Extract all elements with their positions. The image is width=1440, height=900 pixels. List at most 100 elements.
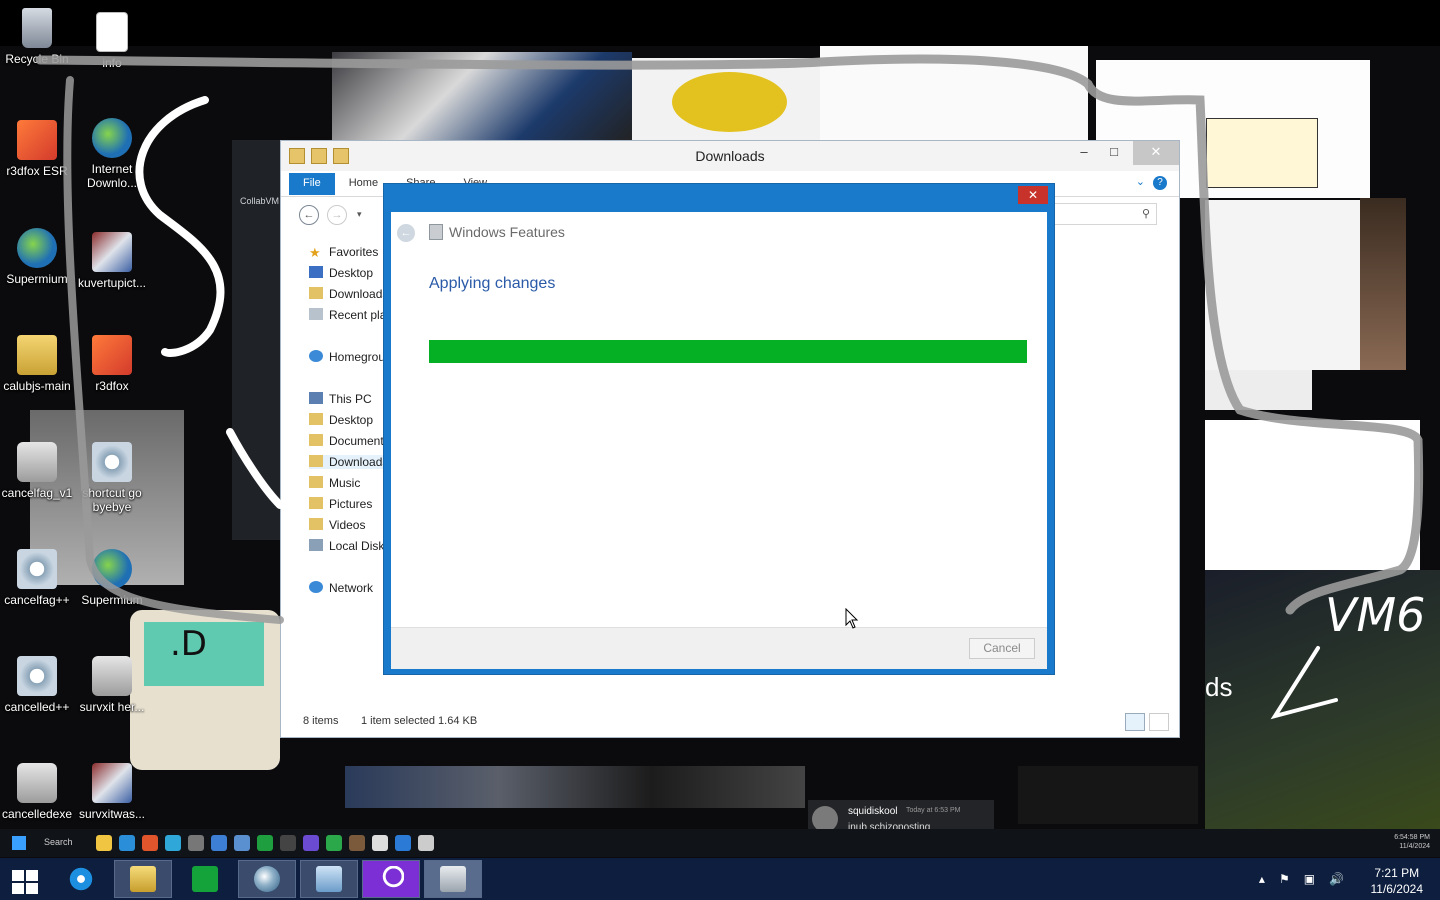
minecraft-icon[interactable] [349, 835, 365, 851]
app-icon[interactable] [395, 835, 411, 851]
guest-start-icon[interactable] [12, 836, 26, 850]
cancel-button[interactable]: Cancel [969, 638, 1035, 659]
discord-icon[interactable] [303, 835, 319, 851]
action-center-flag-icon[interactable]: ⚑ [1279, 872, 1290, 886]
application-icon [92, 656, 132, 696]
taskbar-supermium[interactable] [238, 860, 296, 898]
guest-pinned-apps [96, 835, 434, 851]
internet-explorer-icon [68, 866, 94, 892]
nav-this-pc[interactable]: This PC [309, 392, 384, 406]
expand-ribbon-chevron-icon[interactable]: ⌄ [1136, 175, 1145, 188]
close-button[interactable]: ✕ [1133, 141, 1179, 165]
details-view-button[interactable] [1125, 713, 1145, 731]
supermium-icon [92, 549, 132, 589]
settings-shortcut-icon [17, 549, 57, 589]
desktop-icon-label: Internet Downlo... [86, 162, 138, 190]
nav-label: Pictures [329, 497, 373, 511]
back-arrow-icon[interactable]: ← [397, 224, 415, 242]
nav-pc-downloads[interactable]: Downloads [309, 455, 384, 469]
app-icon[interactable] [257, 835, 273, 851]
nav-local-disk[interactable]: Local Disk [309, 539, 384, 553]
supermium-desktop-icon-2[interactable]: Supermium [72, 549, 152, 607]
kuvertupict-desktop-icon[interactable]: kuvertupict... [72, 232, 152, 290]
pictures-folder-icon [309, 497, 323, 509]
calubjs-main-desktop-icon[interactable]: calubjs-main [0, 335, 77, 393]
minimize-button[interactable]: – [1069, 141, 1099, 165]
survxit-her-desktop-icon[interactable]: survxit her... [72, 656, 152, 714]
taskbar-remote-desktop[interactable] [300, 860, 358, 898]
nav-downloads[interactable]: Downloads [309, 287, 384, 301]
nav-videos[interactable]: Videos [309, 518, 384, 532]
app-icon[interactable] [418, 835, 434, 851]
recycle-bin-desktop-icon[interactable]: Recycle Bin [0, 8, 77, 66]
r3dfox-esr-desktop-icon[interactable]: r3dfox ESR [0, 120, 77, 178]
app-icon[interactable] [372, 835, 388, 851]
shortcut-go-byebye-desktop-icon[interactable]: shortcut go byebye [72, 442, 152, 514]
recycle-bin-icon [22, 8, 52, 48]
taskbar-windows-features[interactable] [424, 860, 482, 898]
supermium-desktop-icon[interactable]: Supermium [0, 228, 77, 286]
edge-icon[interactable] [119, 835, 135, 851]
tab-file[interactable]: File [289, 173, 335, 195]
mouse-cursor-icon [845, 608, 859, 629]
cancelfag-v1-desktop-icon[interactable]: cancelfag_v1 [0, 442, 77, 500]
explorer-titlebar[interactable]: Downloads – □ ✕ [281, 141, 1179, 171]
nav-homegroup[interactable]: Homegroup [309, 350, 384, 364]
downloads-folder-icon [309, 455, 323, 467]
wallpaper-doodle-image [1205, 420, 1420, 570]
vm6-handwriting: VM6 [1325, 588, 1426, 642]
nav-music[interactable]: Music [309, 476, 384, 490]
taskbar-internet-explorer[interactable] [52, 860, 110, 898]
cancelfag-plus-desktop-icon[interactable]: cancelfag++ [0, 549, 77, 607]
nav-desktop[interactable]: Desktop [309, 266, 384, 280]
taskbar-store[interactable] [176, 860, 234, 898]
picture-file-icon [92, 232, 132, 272]
maximize-button[interactable]: □ [1099, 141, 1129, 165]
nav-network[interactable]: Network [309, 581, 384, 595]
nav-documents[interactable]: Documents [309, 434, 384, 448]
desktop-icon-label: info [102, 56, 122, 70]
guest-search-button[interactable]: Search [44, 837, 73, 847]
chrome-icon[interactable] [211, 835, 227, 851]
taskbar-file-explorer[interactable] [114, 860, 172, 898]
folder-icon[interactable] [96, 835, 112, 851]
show-hidden-icons-icon[interactable]: ▴ [1259, 872, 1265, 886]
forward-button[interactable]: → [327, 205, 347, 225]
music-folder-icon [309, 476, 323, 488]
app-icon[interactable] [188, 835, 204, 851]
help-icon[interactable]: ? [1153, 176, 1167, 190]
recent-locations-dropdown[interactable]: ▾ [357, 209, 362, 220]
excel-icon[interactable] [326, 835, 342, 851]
app-icon[interactable] [234, 835, 250, 851]
dialog-close-button[interactable]: ✕ [1018, 186, 1048, 204]
guest-clock-time: 6:54:58 PM [1394, 834, 1430, 841]
info-desktop-icon[interactable]: info [72, 12, 152, 70]
guest-clock[interactable]: 6:54:58 PM 11/4/2024 [1394, 833, 1430, 851]
r3dfox-desktop-icon[interactable]: r3dfox [72, 335, 152, 393]
taskbar-search-app[interactable] [362, 860, 420, 898]
cancelled-plus-desktop-icon[interactable]: cancelled++ [0, 656, 77, 714]
settings-shortcut-icon [92, 442, 132, 482]
nav-label: Downloads [329, 455, 384, 469]
taskbar-clock[interactable]: 7:21 PM 11/6/2024 [1371, 865, 1424, 897]
nav-favorites[interactable]: ★ Favorites [309, 245, 384, 259]
desktop-icon-label: r3dfox ESR [6, 164, 68, 178]
start-button[interactable] [8, 866, 40, 894]
network-tray-icon[interactable]: ▣ [1304, 872, 1315, 886]
app-icon[interactable] [280, 835, 296, 851]
volume-icon[interactable]: 🔊 [1329, 872, 1344, 886]
firefox-icon[interactable] [142, 835, 158, 851]
cancelledexe-desktop-icon[interactable]: cancelledexe [0, 763, 77, 821]
back-button[interactable]: ← [299, 205, 319, 225]
survxitwas-desktop-icon[interactable]: survxitwas... [72, 763, 152, 821]
desktop-icon-label: Supermium [81, 593, 143, 607]
nav-pc-desktop[interactable]: Desktop [309, 413, 384, 427]
internet-download-desktop-icon[interactable]: Internet Downlo... [72, 118, 152, 190]
background-window-tab[interactable]: CollabVM [240, 196, 279, 206]
telegram-icon[interactable] [165, 835, 181, 851]
search-icon[interactable]: ⚲ [1142, 207, 1150, 220]
nav-recent-places[interactable]: Recent places [309, 308, 384, 322]
large-icons-view-button[interactable] [1149, 713, 1169, 731]
nav-label: This PC [329, 392, 372, 406]
nav-pictures[interactable]: Pictures [309, 497, 384, 511]
